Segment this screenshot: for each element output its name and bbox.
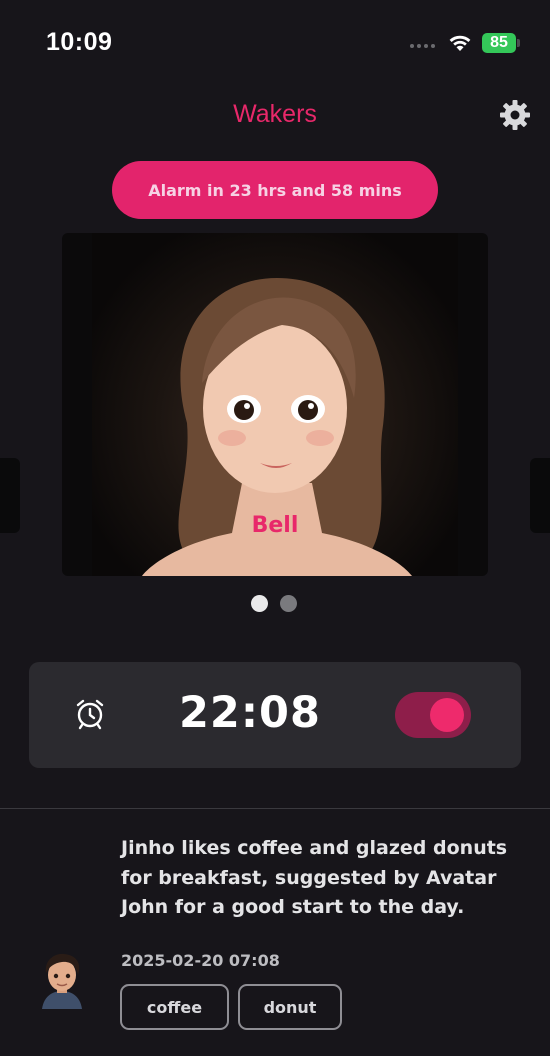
- app-screen: 10:09 85 Wakers Alarm in 23 hrs and 58 m…: [0, 0, 550, 1056]
- divider: [0, 808, 550, 809]
- alarm-card[interactable]: 22:08: [29, 662, 521, 768]
- alarm-toggle[interactable]: [395, 692, 471, 738]
- avatar[interactable]: [36, 951, 88, 1009]
- toggle-knob: [430, 698, 464, 732]
- page-title: Wakers: [233, 100, 317, 128]
- status-time: 10:09: [46, 28, 113, 56]
- page-dot-2[interactable]: [280, 595, 297, 612]
- feed-timestamp: 2025-02-20 07:08: [121, 951, 280, 970]
- next-avatar-card[interactable]: [530, 458, 550, 533]
- tag-coffee[interactable]: coffee: [120, 984, 229, 1030]
- cellular-signal-icon: [410, 44, 435, 48]
- avatar-name: Bell: [251, 513, 299, 538]
- gear-icon[interactable]: [498, 98, 532, 132]
- alarm-clock-icon: [76, 699, 104, 730]
- tag-list: coffee donut: [120, 984, 342, 1030]
- avatar-card[interactable]: Bell: [62, 233, 488, 576]
- previous-avatar-card[interactable]: [0, 458, 20, 533]
- wifi-icon: [449, 35, 471, 51]
- battery-indicator: 85: [482, 33, 516, 53]
- page-dot-1[interactable]: [251, 595, 268, 612]
- alarm-countdown-button[interactable]: Alarm in 23 hrs and 58 mins: [112, 161, 438, 219]
- tag-donut[interactable]: donut: [238, 984, 342, 1030]
- alarm-time[interactable]: 22:08: [179, 688, 320, 738]
- carousel-page-indicator[interactable]: [251, 595, 297, 612]
- feed-message: Jinho likes coffee and glazed donuts for…: [121, 837, 508, 918]
- battery-tip: [517, 39, 520, 47]
